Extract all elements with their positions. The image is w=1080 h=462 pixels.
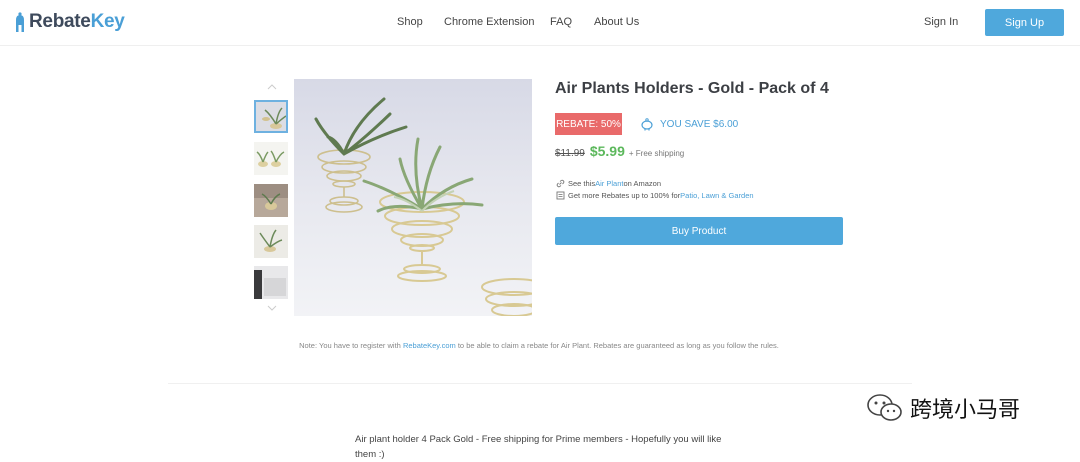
rebatekey-link[interactable]: RebateKey.com xyxy=(403,341,456,350)
link-icon xyxy=(556,179,565,188)
nav-item-chrome-extension[interactable]: Chrome Extension xyxy=(444,16,535,28)
thumbnail-1[interactable] xyxy=(254,100,288,133)
buy-product-button[interactable]: Buy Product xyxy=(555,217,843,245)
amazon-link-line: See this Air Plant on Amazon xyxy=(556,179,661,188)
chevron-down-icon[interactable] xyxy=(265,303,279,313)
thumbnail-5[interactable] xyxy=(254,266,288,299)
chevron-up-icon[interactable] xyxy=(265,82,279,92)
nav-item-about-us[interactable]: About Us xyxy=(594,16,639,28)
nav-item-faq[interactable]: FAQ xyxy=(550,16,572,28)
rebate-badge: REBATE: 50% xyxy=(555,113,622,135)
you-save-text: YOU SAVE $6.00 xyxy=(660,118,739,130)
logo-icon xyxy=(16,12,24,32)
nav-item-shop[interactable]: Shop xyxy=(397,16,423,28)
you-save-label: YOU SAVE $6.00 xyxy=(640,117,738,131)
thumbnail-4[interactable] xyxy=(254,225,288,258)
category-link[interactable]: Patio, Lawn & Garden xyxy=(680,191,753,200)
shipping-info: + Free shipping xyxy=(628,149,685,158)
thumbnail-2[interactable] xyxy=(254,142,288,175)
product-main-image xyxy=(294,79,532,316)
more-rebates-line: Get more Rebates up to 100% for Patio, L… xyxy=(556,191,754,200)
list-icon xyxy=(556,191,565,200)
watermark-text: 跨境小马哥 xyxy=(910,398,1021,423)
air-plant-link[interactable]: Air Plant xyxy=(595,179,623,188)
new-price: $5.99 xyxy=(589,143,625,159)
wechat-icon xyxy=(867,394,902,421)
price-row: $11.99 $5.99 + Free shipping xyxy=(555,143,684,159)
wechat-watermark: 跨境小马哥 xyxy=(866,392,1020,424)
old-price: $11.99 xyxy=(555,148,585,159)
piggy-bank-icon xyxy=(641,118,653,131)
product-title: Air Plants Holders - Gold - Pack of 4 xyxy=(555,80,829,97)
sign-up-button[interactable]: Sign Up xyxy=(985,9,1064,36)
thumbnail-3[interactable] xyxy=(254,184,288,217)
section-divider xyxy=(168,383,912,384)
rebate-note: Note: You have to register with RebateKe… xyxy=(299,341,779,350)
site-header: RebateKey Shop Chrome Extension FAQ Abou… xyxy=(0,0,1080,46)
logo-text: RebateKey xyxy=(29,11,125,32)
rebatekey-logo[interactable]: RebateKey xyxy=(14,9,125,35)
product-description: Air plant holder 4 Pack Gold - Free ship… xyxy=(355,434,722,460)
sign-in-link[interactable]: Sign In xyxy=(924,16,958,28)
